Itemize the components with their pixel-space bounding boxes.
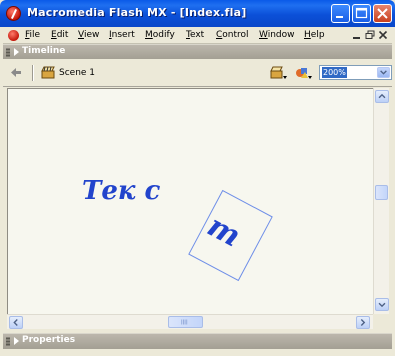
vertical-scrollbar[interactable] (373, 88, 389, 314)
close-icon (377, 8, 388, 19)
grip-lines-icon (181, 319, 188, 325)
vertical-scroll-thumb[interactable] (375, 185, 388, 200)
flash-app-icon[interactable] (6, 6, 21, 21)
menu-help[interactable]: Help (304, 30, 325, 40)
doc-close-icon[interactable] (378, 30, 388, 40)
scroll-up-button[interactable] (375, 90, 389, 103)
menu-view[interactable]: View (78, 30, 99, 40)
edit-scene-icon[interactable] (270, 66, 288, 80)
menu-modify[interactable]: Modify (145, 30, 175, 40)
scene-name: Scene 1 (59, 68, 96, 78)
scroll-right-button[interactable] (356, 316, 370, 329)
scroll-corner (373, 314, 389, 329)
doc-minimize-icon[interactable] (352, 30, 362, 40)
window-title: Macromedia Flash MX - [Index.fla] (27, 6, 247, 19)
close-button[interactable] (373, 4, 392, 23)
back-arrow-icon[interactable] (10, 67, 22, 78)
scene-icon (41, 66, 55, 79)
zoom-dropdown-button[interactable] (377, 67, 390, 78)
menu-insert[interactable]: Insert (109, 30, 135, 40)
horizontal-scroll-thumb[interactable] (168, 316, 203, 328)
chevron-down-icon (378, 302, 386, 308)
properties-panel-header[interactable]: Properties (3, 333, 392, 349)
horizontal-scrollbar[interactable] (7, 314, 373, 329)
minimize-icon (336, 16, 343, 18)
menu-window[interactable]: Window (259, 30, 295, 40)
chevron-down-icon (380, 70, 387, 75)
zoom-select[interactable]: 200% (319, 65, 392, 80)
minimize-button[interactable] (331, 4, 350, 23)
scroll-left-button[interactable] (9, 316, 23, 329)
panel-grip[interactable] (6, 337, 10, 346)
timeline-panel-header[interactable]: Timeline (3, 44, 392, 59)
menu-text[interactable]: Text (186, 30, 204, 40)
menu-control[interactable]: Control (216, 30, 249, 40)
expand-arrow-icon[interactable] (14, 337, 19, 345)
separator (32, 65, 33, 81)
edit-bar: Scene 1 200% (3, 59, 392, 87)
maximize-button[interactable] (352, 4, 371, 23)
chevron-up-icon (378, 93, 386, 99)
doc-restore-icon[interactable] (365, 30, 375, 40)
expand-arrow-icon[interactable] (14, 48, 19, 56)
edit-symbol-icon[interactable] (295, 66, 313, 80)
menu-edit[interactable]: Edit (51, 30, 68, 40)
stage-canvas[interactable]: Тек с т (7, 88, 373, 314)
zoom-value: 200% (322, 67, 347, 78)
stage-text-word[interactable]: Тек с (82, 176, 160, 206)
panel-grip[interactable] (6, 48, 10, 57)
maximize-icon (355, 7, 368, 19)
properties-label: Properties (22, 335, 76, 345)
chevron-right-icon (360, 319, 366, 326)
document-icon[interactable] (8, 30, 19, 41)
menu-bar: File Edit View Insert Modify Text Contro… (3, 27, 392, 44)
scroll-down-button[interactable] (375, 298, 389, 311)
timeline-label: Timeline (22, 46, 66, 56)
title-bar: Macromedia Flash MX - [Index.fla] (0, 0, 395, 27)
menu-file[interactable]: File (25, 30, 40, 40)
chevron-left-icon (13, 319, 18, 326)
